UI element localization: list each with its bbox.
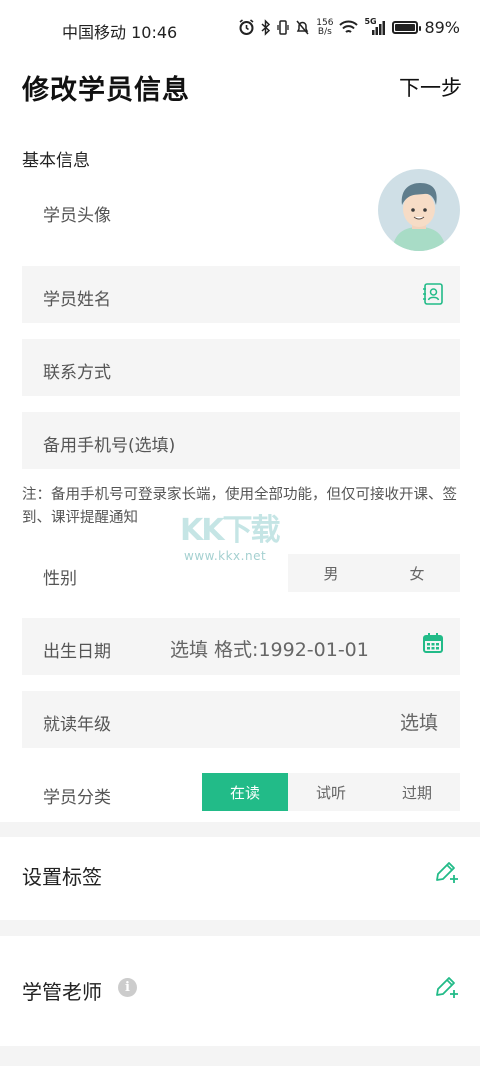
backup-phone-placeholder: 备用手机号(选填) [43,436,176,456]
student-avatar-icon [392,183,446,251]
grade-field[interactable]: 就读年级 选填 [22,691,460,748]
gender-label: 性别 [43,569,77,589]
cell-signal: 5G [364,17,386,36]
set-tags-title: 设置标签 [22,865,102,889]
mute-bell-icon [296,20,309,35]
student-name-field[interactable]: 学员姓名 [22,266,460,323]
net-speed: 156 B/s [316,18,333,37]
calendar-icon[interactable] [422,632,444,654]
category-option-enrolled[interactable]: 在读 [202,773,288,811]
gender-selector: 男 女 [288,554,460,592]
grade-label: 就读年级 [43,715,111,735]
next-step-button[interactable]: 下一步 [399,72,462,102]
birthday-field[interactable]: 出生日期 选填 格式:1992-01-01 [22,618,460,675]
category-selector: 在读 试听 过期 [202,773,460,811]
vibrate-icon [277,20,289,35]
gender-option-male[interactable]: 男 [288,554,374,592]
grade-value: 选填 [399,712,438,734]
manager-teacher-title: 学管老师 [22,980,102,1004]
battery-percent: 89% [424,18,460,37]
birthday-placeholder: 选填 格式:1992-01-01 [170,639,369,661]
header: 修改学员信息 下一步 [0,64,480,110]
set-tags-row[interactable]: 设置标签 [0,837,480,913]
gender-row: 性别 男 女 [22,554,460,592]
manager-teacher-row[interactable]: 学管老师 i [0,952,480,1028]
bluetooth-icon [261,19,271,36]
contact-placeholder: 联系方式 [43,363,111,383]
category-row: 学员分类 在读 试听 过期 [22,773,460,811]
battery-icon [392,21,422,34]
net-speed-unit: B/s [317,26,332,37]
section-divider [0,822,480,837]
avatar[interactable] [378,169,460,251]
signal-icon [372,21,386,35]
avatar-row[interactable]: 学员头像 [22,168,460,252]
status-icons: 156 B/s 5G 89% [238,17,460,37]
battery-fill [395,24,415,31]
student-name-placeholder: 学员姓名 [43,290,111,310]
birthday-label: 出生日期 [43,642,111,662]
contact-card-icon[interactable] [422,282,444,306]
edit-add-icon[interactable] [434,859,460,885]
edit-add-icon[interactable] [434,974,460,1000]
section-divider [0,920,480,936]
wifi-icon [339,20,359,33]
info-icon[interactable]: i [118,978,137,997]
avatar-label: 学员头像 [43,206,111,226]
backup-phone-note: 注：备用手机号可登录家长端，使用全部功能，但仅可接收开课、签到、课评提醒通知 [22,487,457,526]
alarm-icon [239,19,254,35]
category-label: 学员分类 [43,788,111,808]
contact-field[interactable]: 联系方式 [22,339,460,396]
category-option-expired[interactable]: 过期 [374,773,460,811]
status-bar: 中国移动 10:46 156 B/s 5G 89% [0,0,480,58]
backup-phone-field[interactable]: 备用手机号(选填) [22,412,460,469]
section-divider [0,1046,480,1066]
gender-option-female[interactable]: 女 [374,554,460,592]
page-title: 修改学员信息 [22,75,190,106]
category-option-trial[interactable]: 试听 [288,773,374,811]
carrier-time: 中国移动 10:46 [62,23,178,42]
